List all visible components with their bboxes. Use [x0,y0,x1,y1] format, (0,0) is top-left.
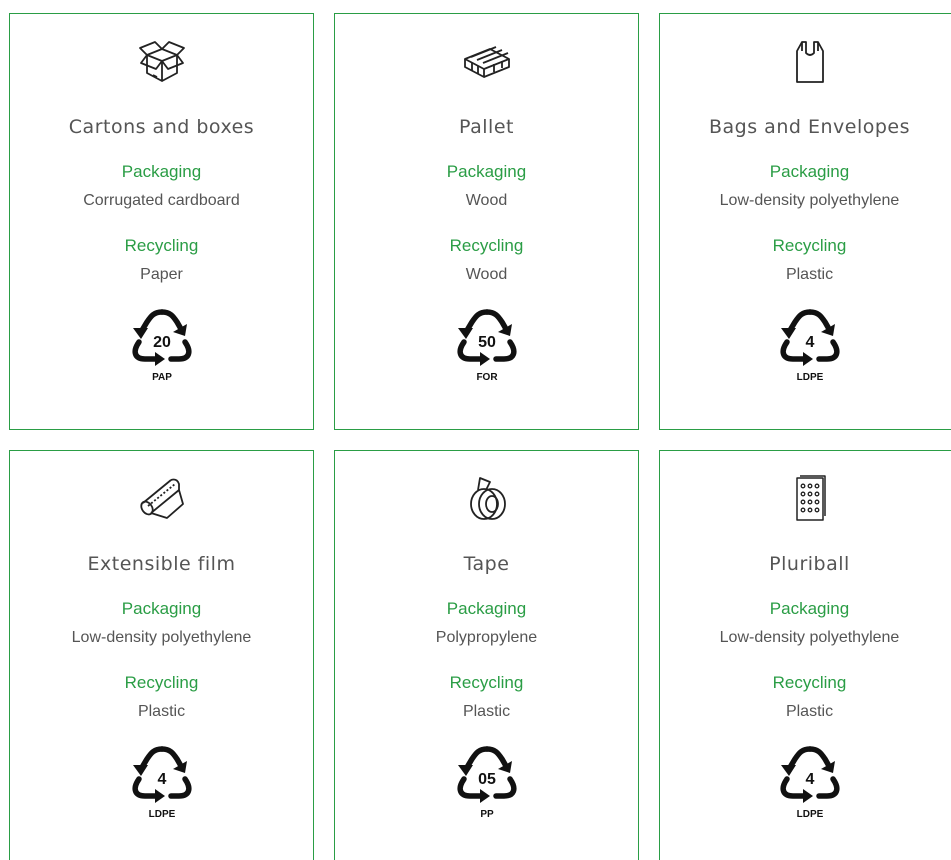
packaging-label: Packaging [121,162,202,181]
packaging-value: Low-density polyethylene [71,629,252,646]
recycling-code: LDPE [148,809,175,820]
packaging-label: Packaging [769,599,850,618]
recycling-code-number: 20 [153,334,171,351]
card-title: Cartons and boxes [68,116,255,138]
recycling-symbol-icon: 4 LDPE [10,743,313,823]
card-title: Bags and Envelopes [709,116,910,138]
recycling-code: LDPE [796,809,823,820]
recycling-symbol-icon: 4 LDPE [660,306,951,386]
recycling-value: Paper [140,266,183,283]
packaging-value: Polypropylene [435,629,538,646]
card-bags-and-envelopes: Bags and Envelopes Packaging Low-density… [659,13,951,430]
recycling-code-number: 4 [805,334,814,351]
card-title: Pallet [459,116,514,138]
card-tape: Tape Packaging Polypropylene Recycling P… [334,450,639,860]
recycling-label: Recycling [124,236,199,255]
recycling-code: PP [480,809,494,820]
packaging-value: Low-density polyethylene [719,192,900,209]
recycling-value: Plastic [462,703,511,720]
recycling-code-number: 4 [157,771,166,788]
recycling-label: Recycling [772,673,847,692]
recycling-symbol-icon: 50 FOR [335,306,638,386]
packaging-label: Packaging [121,599,202,618]
recycling-symbol-icon: 4 LDPE [660,743,951,823]
recycling-code-number: 05 [478,771,496,788]
pallet-icon [335,37,638,87]
recycling-value: Plastic [785,703,834,720]
packaging-grid: Cartons and boxes Packaging Corrugated c… [0,0,951,860]
recycling-label: Recycling [449,673,524,692]
packaging-value: Wood [465,192,508,209]
recycling-value: Plastic [137,703,186,720]
packaging-label: Packaging [769,162,850,181]
card-cartons-and-boxes: Cartons and boxes Packaging Corrugated c… [9,13,314,430]
packaging-label: Packaging [446,162,527,181]
film-roll-icon [10,474,313,524]
recycling-label: Recycling [772,236,847,255]
recycling-symbol-icon: 05 PP [335,743,638,823]
packaging-value: Corrugated cardboard [83,192,240,209]
box-icon [10,37,313,87]
recycling-label: Recycling [124,673,199,692]
card-title: Tape [463,553,510,575]
recycling-code: LDPE [796,372,823,383]
card-title: Extensible film [87,553,236,575]
recycling-code: PAP [152,372,172,383]
card-pallet: Pallet Packaging Wood Recycling Wood 50 … [334,13,639,430]
packaging-label: Packaging [446,599,527,618]
card-pluriball: Pluriball Packaging Low-density polyethy… [659,450,951,860]
bag-icon [660,37,951,87]
recycling-symbol-icon: 20 PAP [10,306,313,386]
card-title: Pluriball [769,553,850,575]
card-extensible-film: Extensible film Packaging Low-density po… [9,450,314,860]
recycling-code-number: 4 [805,771,814,788]
tape-icon [335,474,638,524]
bubble-wrap-icon [660,474,951,524]
recycling-label: Recycling [449,236,524,255]
packaging-value: Low-density polyethylene [719,629,900,646]
recycling-code: FOR [476,372,498,383]
recycling-code-number: 50 [478,334,496,351]
recycling-value: Plastic [785,266,834,283]
recycling-value: Wood [465,266,508,283]
